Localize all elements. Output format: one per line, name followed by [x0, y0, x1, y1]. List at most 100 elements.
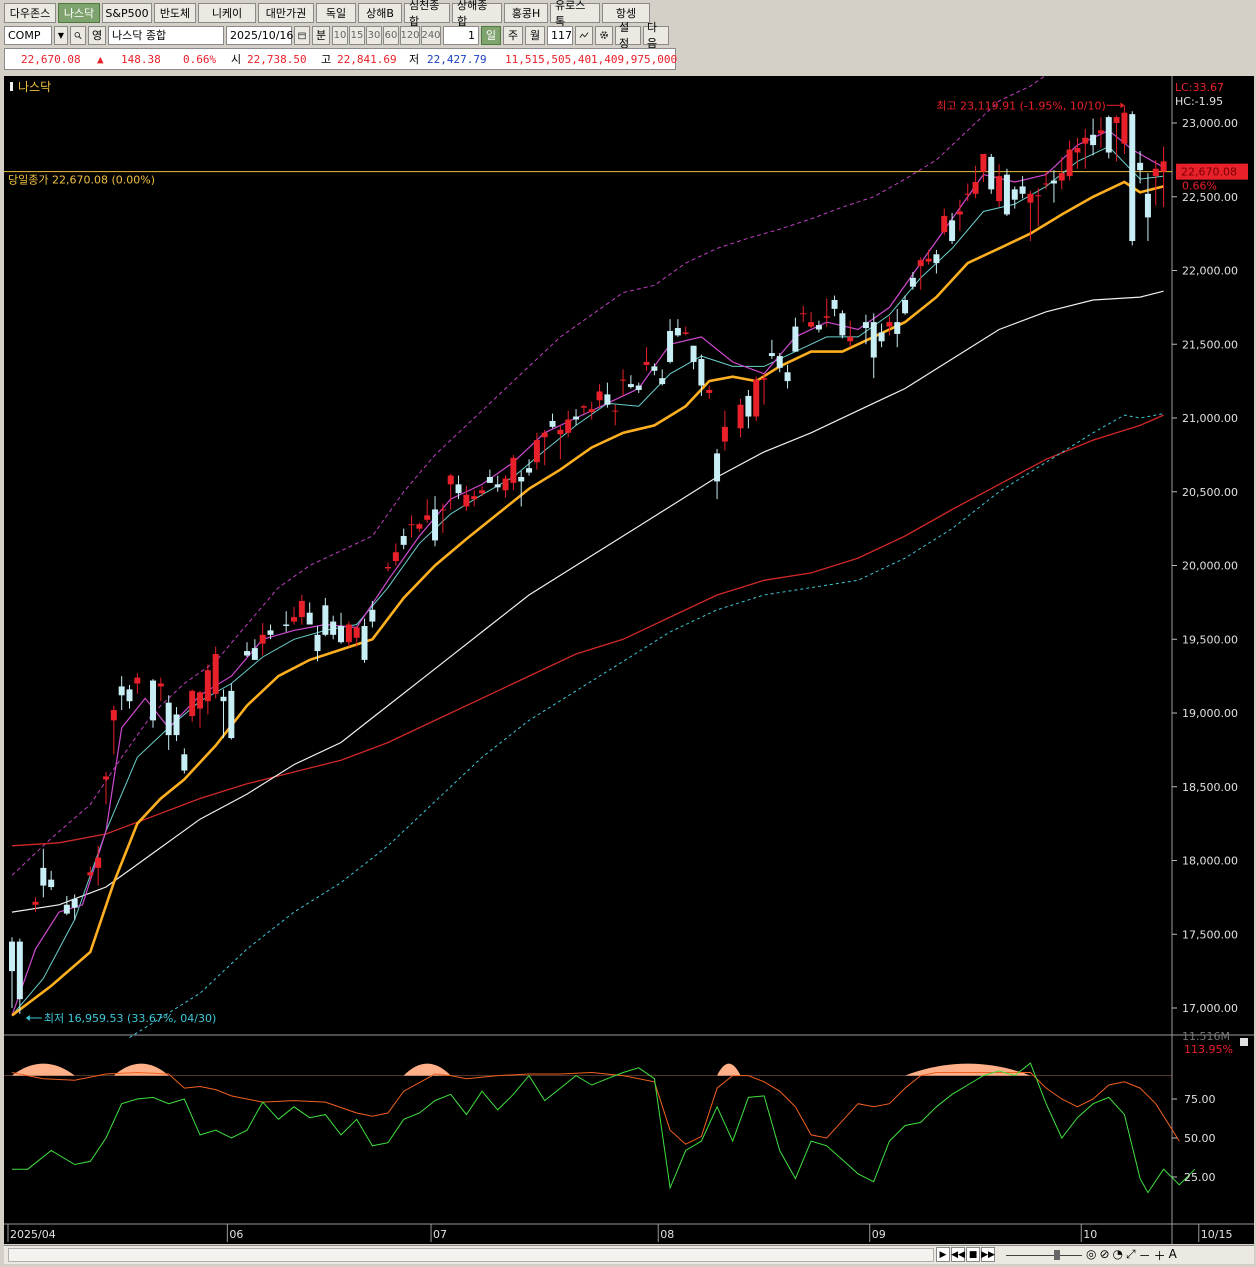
text-size-button[interactable]: A	[1169, 1247, 1177, 1264]
expand-icon[interactable]: ⤢	[1126, 1247, 1136, 1264]
tab-4[interactable]: 니케이	[198, 3, 256, 23]
candle-body	[964, 193, 971, 195]
y-tick-label: 23,000.00	[1182, 117, 1238, 130]
zoom-slider[interactable]	[1006, 1255, 1082, 1256]
zoom-slider-knob[interactable]	[1054, 1250, 1060, 1260]
candle-body	[627, 384, 634, 388]
bars-input[interactable]: 117	[547, 25, 573, 45]
calendar-icon[interactable]	[294, 25, 310, 45]
candle-body	[549, 420, 556, 427]
tab-5[interactable]: 대만가권	[258, 3, 314, 23]
quote-change-pct: 0.66%	[183, 52, 217, 66]
period-button-15[interactable]: 15	[349, 25, 365, 45]
candle-body	[909, 277, 916, 287]
ma-cyan-dashed-line	[129, 413, 1164, 1038]
candle-body	[103, 776, 110, 780]
y-tick-label: 18,500.00	[1182, 781, 1238, 794]
next-button[interactable]: 다음	[643, 21, 669, 50]
candle-body	[839, 313, 846, 336]
count-input[interactable]: 1	[443, 25, 479, 45]
period-button-30[interactable]: 30	[366, 25, 382, 45]
weekly-button[interactable]: 주	[503, 25, 523, 45]
y-tick-label: 19,000.00	[1182, 707, 1238, 720]
sub-green-line	[12, 1062, 1196, 1194]
gear-icon[interactable]	[595, 25, 613, 45]
zoom-in-button[interactable]: ＋	[1154, 1247, 1166, 1264]
candle-body	[831, 300, 838, 309]
candle-body	[800, 313, 807, 315]
nav-button-0[interactable]: ▶	[936, 1247, 950, 1262]
tab-11[interactable]: 유로스톡	[550, 0, 600, 28]
quote-open: 22,738.50	[247, 52, 307, 66]
nav-button-2[interactable]: ■	[966, 1247, 980, 1262]
candle-body	[667, 330, 674, 362]
date-input[interactable]: 2025/10/16	[226, 25, 293, 45]
search-icon[interactable]	[70, 25, 86, 45]
minute-button[interactable]: 분	[312, 25, 330, 45]
candle-body	[737, 404, 744, 429]
tab-0[interactable]: 다우존스	[4, 3, 56, 23]
period-button-60[interactable]: 60	[383, 25, 399, 45]
candle-body	[753, 379, 760, 417]
zoom-out-button[interactable]: －	[1139, 1247, 1151, 1264]
tab-3[interactable]: 반도체	[154, 3, 196, 23]
y-tick-label: 17,500.00	[1182, 928, 1238, 941]
candle-body	[471, 496, 478, 500]
tab-10[interactable]: 홍콩H	[504, 3, 548, 23]
pie-icon[interactable]: ◔	[1113, 1247, 1123, 1264]
candle-body	[1050, 180, 1057, 184]
control-row: COMP ▼ 영 나스닥 종합 2025/10/16 분 10 15 30 60 120…	[4, 21, 669, 50]
monthly-button[interactable]: 월	[525, 25, 545, 45]
candle-body	[385, 566, 392, 569]
candle-body	[486, 477, 493, 483]
block-icon[interactable]: ⊘	[1099, 1247, 1109, 1264]
chart-style-icon[interactable]	[575, 25, 593, 45]
candle-body	[212, 654, 219, 694]
tab-9[interactable]: 상해종합	[452, 0, 502, 28]
last-pct-label: 0.66%	[1182, 180, 1217, 193]
tab-2[interactable]: S&P500	[102, 3, 152, 23]
candle-body	[612, 410, 619, 412]
candle-body	[972, 182, 979, 194]
candle-body	[745, 395, 752, 417]
period-button-240[interactable]: 240	[421, 25, 441, 45]
x-tick-label: 2025/04	[10, 1228, 56, 1241]
nav-button-1[interactable]: ◀◀	[951, 1247, 965, 1262]
sub-hump	[905, 1063, 1031, 1076]
candle-body	[71, 898, 78, 908]
candle-body	[204, 670, 211, 702]
tab-6[interactable]: 독일	[316, 3, 356, 23]
settings-button[interactable]: 설정	[615, 21, 641, 50]
candle-body	[706, 389, 713, 393]
x-tick-label: 06	[229, 1228, 243, 1241]
candle-body	[925, 258, 932, 262]
candle-body	[573, 416, 580, 420]
candle-body	[768, 353, 775, 357]
tab-1[interactable]: 나스닥	[58, 3, 100, 23]
candle-body	[862, 322, 869, 329]
candle-body	[259, 634, 266, 644]
candle-body	[510, 457, 517, 483]
candle-body	[1090, 134, 1097, 146]
nav-button-3[interactable]: ▶▶	[981, 1247, 995, 1262]
y-tick-label: 20,500.00	[1182, 486, 1238, 499]
candle-body	[1113, 117, 1120, 123]
symbol-dropdown[interactable]: ▼	[54, 25, 68, 45]
chart-area[interactable]: 나스닥 17,000.00 17,500.00 18,000.00 18,500.00 1…	[4, 48, 1254, 1244]
candle-body	[894, 322, 901, 334]
price-chart: 나스닥 17,000.00 17,500.00 18,000.00 18,500.00 1…	[4, 48, 1254, 1244]
tab-8[interactable]: 심천종합	[404, 0, 450, 28]
y-tick-label: 21,000.00	[1182, 412, 1238, 425]
region-button[interactable]: 영	[88, 25, 106, 45]
y-tick-label: 18,000.00	[1182, 855, 1238, 868]
horizontal-scrollbar[interactable]	[8, 1248, 934, 1262]
candle-body	[353, 627, 360, 638]
daily-button[interactable]: 일	[481, 25, 501, 45]
period-button-10[interactable]: 10	[332, 25, 348, 45]
tab-7[interactable]: 상해B	[358, 3, 402, 23]
period-button-120[interactable]: 120	[400, 25, 420, 45]
candle-body	[1152, 168, 1159, 177]
target-icon[interactable]: ◎	[1086, 1247, 1096, 1264]
symbol-input[interactable]: COMP	[4, 25, 52, 45]
quote-change: 148.38	[121, 52, 161, 66]
